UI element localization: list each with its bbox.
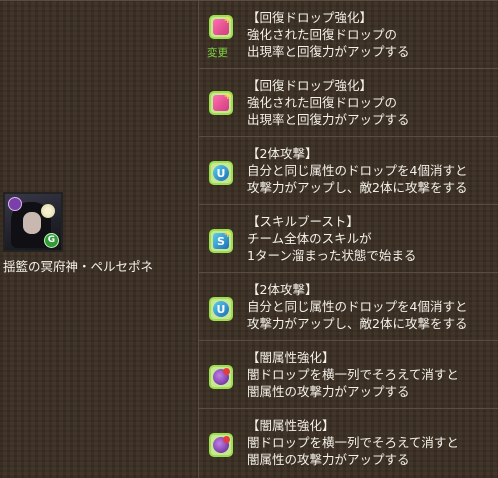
awakening-description: 【回復ドロップ強化】 強化された回復ドロップの 出現率と回復力がアップする: [247, 77, 410, 128]
awakening-description: 【2体攻撃】 自分と同じ属性のドロップを4個消すと 攻撃力がアップし、敵2体に攻…: [247, 281, 467, 332]
two-way-attack-icon[interactable]: U: [209, 297, 233, 321]
plus-icon: +: [223, 91, 232, 102]
heal-orb-enhance-icon[interactable]: +: [209, 91, 233, 115]
awakening-title: 【闇属性強化】: [247, 350, 335, 365]
awakening-row: + 【回復ドロップ強化】 強化された回復ドロップの 出現率と回復力がアップする: [199, 69, 498, 137]
awakening-line: チーム全体のスキルが: [247, 231, 372, 246]
awakening-line: 出現率と回復力がアップする: [247, 112, 410, 127]
awakening-line: 1ターン溜まった状態で始まる: [247, 248, 417, 263]
persephone-portrait-icon[interactable]: G: [3, 192, 63, 252]
skill-boost-icon[interactable]: S +: [209, 229, 233, 253]
awakening-title: 【闇属性強化】: [247, 418, 335, 433]
change-label: 変更: [207, 47, 228, 59]
awakening-table: G 揺籃の冥府神・ペルセポネ + 変更 【回復ドロップ強化】 強化された回復ドロ…: [0, 0, 498, 478]
two-way-attack-icon[interactable]: U: [209, 161, 233, 185]
awakening-row: U 【2体攻撃】 自分と同じ属性のドロップを4個消すと 攻撃力がアップし、敵2体…: [199, 273, 498, 341]
awakening-description: 【闇属性強化】 闇ドロップを横一列でそろえて消すと 闇属性の攻撃力がアップする: [247, 349, 459, 400]
awakening-line: 闇属性の攻撃力がアップする: [247, 452, 410, 467]
awakening-title: 【スキルブースト】: [247, 214, 359, 229]
awakening-line: 闇ドロップを横一列でそろえて消すと: [247, 367, 459, 382]
awakening-line: 自分と同じ属性のドロップを4個消すと: [247, 299, 468, 314]
dark-row-enhance-icon[interactable]: [209, 365, 233, 389]
u-arrow-glyph: U: [216, 166, 226, 180]
awakening-row: + 変更 【回復ドロップ強化】 強化された回復ドロップの 出現率と回復力がアップ…: [199, 1, 498, 69]
awakening-row: 【闇属性強化】 闇ドロップを横一列でそろえて消すと 闇属性の攻撃力がアップする: [199, 341, 498, 409]
awakening-line: 闇ドロップを横一列でそろえて消すと: [247, 435, 459, 450]
awakening-description: 【闇属性強化】 闇ドロップを横一列でそろえて消すと 闇属性の攻撃力がアップする: [247, 417, 459, 468]
dark-attribute-icon: [8, 197, 22, 211]
monster-column: G 揺籃の冥府神・ペルセポネ: [0, 1, 199, 478]
awakening-title: 【回復ドロップ強化】: [247, 78, 373, 93]
awakening-description: 【2体攻撃】 自分と同じ属性のドロップを4個消すと 攻撃力がアップし、敵2体に攻…: [247, 145, 467, 196]
awakening-title: 【2体攻撃】: [247, 146, 318, 161]
awakening-line: 自分と同じ属性のドロップを4個消すと: [247, 163, 468, 178]
u-arrow-glyph: U: [216, 302, 226, 316]
awakening-description: 【回復ドロップ強化】 強化された回復ドロップの 出現率と回復力がアップする: [247, 9, 410, 60]
awakening-description: 【スキルブースト】 チーム全体のスキルが 1ターン溜まった状態で始まる: [247, 213, 416, 264]
awakening-line: 攻撃力がアップし、敵2体に攻撃をする: [247, 180, 468, 195]
red-dot-icon: [223, 436, 230, 443]
plus-icon: +: [223, 15, 232, 26]
awakening-line: 強化された回復ドロップの: [247, 95, 398, 110]
awakening-title: 【回復ドロップ強化】: [247, 10, 373, 25]
awakening-line: 攻撃力がアップし、敵2体に攻撃をする: [247, 316, 468, 331]
awakening-line: 闇属性の攻撃力がアップする: [247, 384, 410, 399]
plus-icon: +: [223, 229, 232, 240]
awakening-line: 強化された回復ドロップの: [247, 27, 398, 42]
awakening-row: U 【2体攻撃】 自分と同じ属性のドロップを4個消すと 攻撃力がアップし、敵2体…: [199, 137, 498, 205]
awakening-line: 出現率と回復力がアップする: [247, 44, 410, 59]
red-dot-icon: [223, 368, 230, 375]
heal-orb-enhance-icon[interactable]: +: [209, 15, 233, 39]
awakening-title: 【2体攻撃】: [247, 282, 318, 297]
monster-name: 揺籃の冥府神・ペルセポネ: [3, 259, 154, 274]
portrait-face: [23, 212, 41, 234]
awakening-row: S + 【スキルブースト】 チーム全体のスキルが 1ターン溜まった状態で始まる: [199, 205, 498, 273]
monster-card[interactable]: G 揺籃の冥府神・ペルセポネ: [3, 192, 193, 275]
sub-attribute-badge: G: [44, 233, 59, 248]
dark-row-enhance-icon[interactable]: [209, 433, 233, 457]
portrait-flower: [41, 204, 55, 218]
awakening-row: 【闇属性強化】 闇ドロップを横一列でそろえて消すと 闇属性の攻撃力がアップする: [199, 409, 498, 476]
